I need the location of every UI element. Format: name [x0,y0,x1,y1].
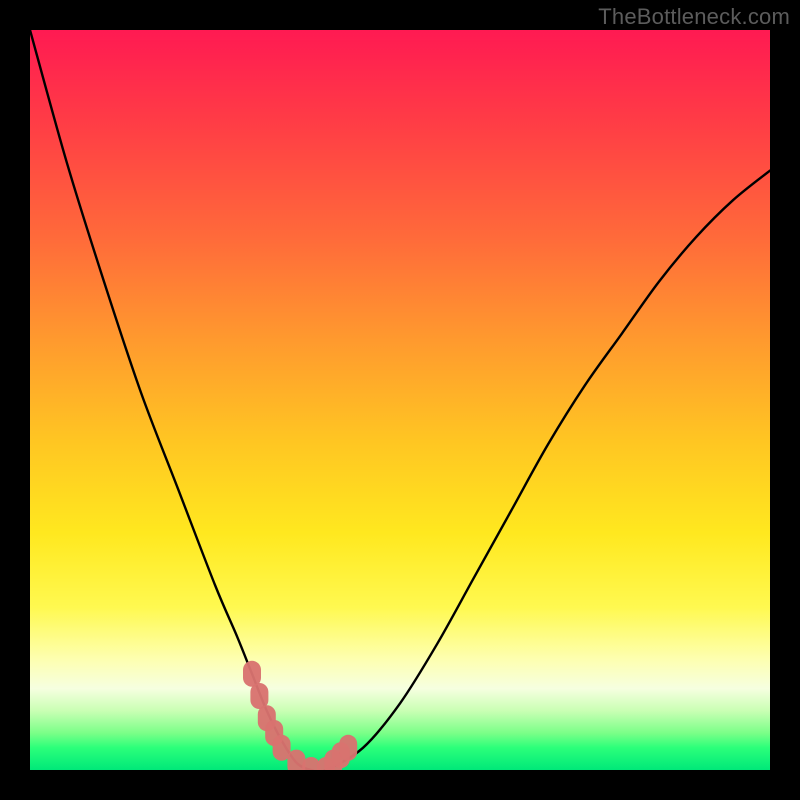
chart-frame: TheBottleneck.com [0,0,800,800]
highlight-near-minimum [243,661,357,770]
plot-area [30,30,770,770]
curve-svg [30,30,770,770]
watermark-text: TheBottleneck.com [598,4,790,30]
bottleneck-curve [30,30,770,770]
